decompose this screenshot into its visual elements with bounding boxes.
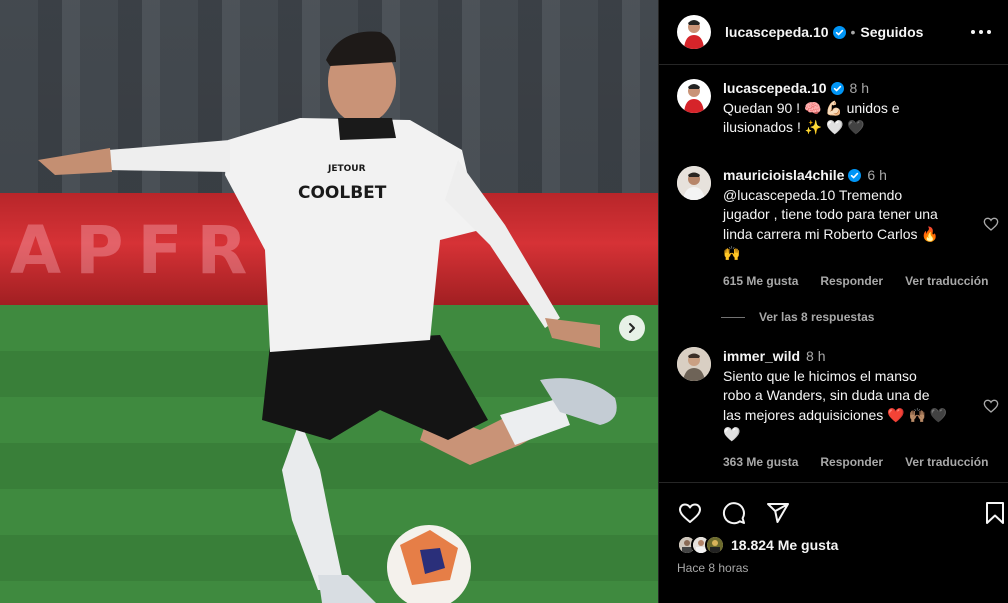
chevron-right-icon: [629, 323, 635, 333]
comment-text-line: robo a Wanders, sin duda una de: [723, 387, 930, 403]
verified-badge-icon: [830, 82, 844, 95]
post-media[interactable]: APFRE COOLBET JETOUR: [0, 0, 658, 603]
caption-username[interactable]: lucascepeda.10: [723, 80, 827, 96]
comment-meta: 615 Me gusta Responder Ver traducción: [723, 272, 988, 292]
comment-text-line: linda carrera mi Roberto Carlos 🔥: [723, 225, 939, 242]
comment-meta: 363 Me gusta Responder Ver traducción: [723, 453, 988, 473]
heart-icon[interactable]: [677, 501, 703, 525]
liker-avatars: [677, 535, 725, 555]
liker-avatar: [705, 535, 725, 555]
separator-dot: •: [850, 24, 856, 40]
comment-time[interactable]: 6 h: [867, 167, 886, 183]
commenter-username[interactable]: immer_wild: [723, 348, 800, 364]
bookmark-icon[interactable]: [984, 501, 1006, 525]
caption-text-line: ilusionados ! ✨ 🤍 🖤: [723, 119, 865, 135]
comments-list[interactable]: lucascepeda.10 8 h Quedan 90 ! 🧠 💪🏻 unido…: [659, 66, 1008, 482]
comment-icon[interactable]: [721, 501, 747, 525]
comment-text-line: 🤍: [723, 426, 741, 442]
translate-button[interactable]: Ver traducción: [905, 272, 988, 292]
verified-badge-icon: [832, 25, 846, 39]
svg-text:COOLBET: COOLBET: [298, 183, 387, 203]
post-side-panel: lucascepeda.10 • Seguidos lucascepeda.10…: [658, 0, 1008, 603]
commenter-avatar[interactable]: [677, 166, 711, 200]
heart-icon[interactable]: [983, 398, 999, 414]
post-header: lucascepeda.10 • Seguidos: [659, 0, 1008, 65]
svg-text:JETOUR: JETOUR: [327, 164, 366, 174]
comment-likes[interactable]: 363 Me gusta: [723, 453, 798, 473]
more-options-icon[interactable]: [970, 29, 992, 35]
comment-text-line: las mejores adquisiciones ❤️ 🙌🏽 🖤: [723, 406, 948, 423]
author-avatar[interactable]: [677, 79, 711, 113]
reply-button[interactable]: Responder: [820, 272, 883, 292]
reply-button[interactable]: Responder: [820, 453, 883, 473]
likes-summary[interactable]: 18.824 Me gusta: [677, 535, 838, 555]
commenter-avatar[interactable]: [677, 347, 711, 381]
comment-text-line: jugador , tiene todo para tener una: [723, 206, 938, 222]
heart-icon[interactable]: [983, 216, 999, 232]
share-icon[interactable]: [765, 501, 791, 525]
comment-text-line: Siento que le hicimos el manso: [723, 367, 917, 384]
view-replies-button[interactable]: Ver las 8 respuestas: [721, 310, 874, 324]
following-button[interactable]: Seguidos: [860, 24, 923, 40]
caption: lucascepeda.10 8 h Quedan 90 ! 🧠 💪🏻 unido…: [677, 79, 999, 138]
caption-time[interactable]: 8 h: [850, 80, 869, 96]
comment-likes[interactable]: 615 Me gusta: [723, 272, 798, 292]
verified-badge-icon: [848, 169, 862, 182]
likes-count[interactable]: 18.824 Me gusta: [731, 537, 838, 553]
author-username[interactable]: lucascepeda.10: [725, 24, 829, 40]
translate-button[interactable]: Ver traducción: [905, 453, 988, 473]
post-actions: 18.824 Me gusta Hace 8 horas: [659, 482, 1008, 603]
post-timestamp[interactable]: Hace 8 horas: [677, 561, 748, 575]
replies-divider: [721, 316, 745, 318]
comment-time[interactable]: 8 h: [806, 348, 825, 364]
next-image-button[interactable]: [619, 315, 645, 341]
comment-text-line: @lucascepeda.10 Tremendo: [723, 186, 903, 203]
commenter-username[interactable]: mauricioisla4chile: [723, 167, 844, 183]
view-replies-label: Ver las 8 respuestas: [759, 310, 875, 324]
comment-item: mauricioisla4chile 6 h @lucascepeda.10 Tr…: [677, 166, 999, 291]
caption-text-line: Quedan 90 ! 🧠 💪🏻 unidos e: [723, 99, 900, 116]
player-photo: COOLBET JETOUR: [38, 31, 617, 603]
comment-item: immer_wild 8 h Siento que le hicimos el m…: [677, 347, 999, 472]
comment-text-line: 🙌: [723, 245, 741, 261]
author-avatar[interactable]: [677, 15, 711, 49]
